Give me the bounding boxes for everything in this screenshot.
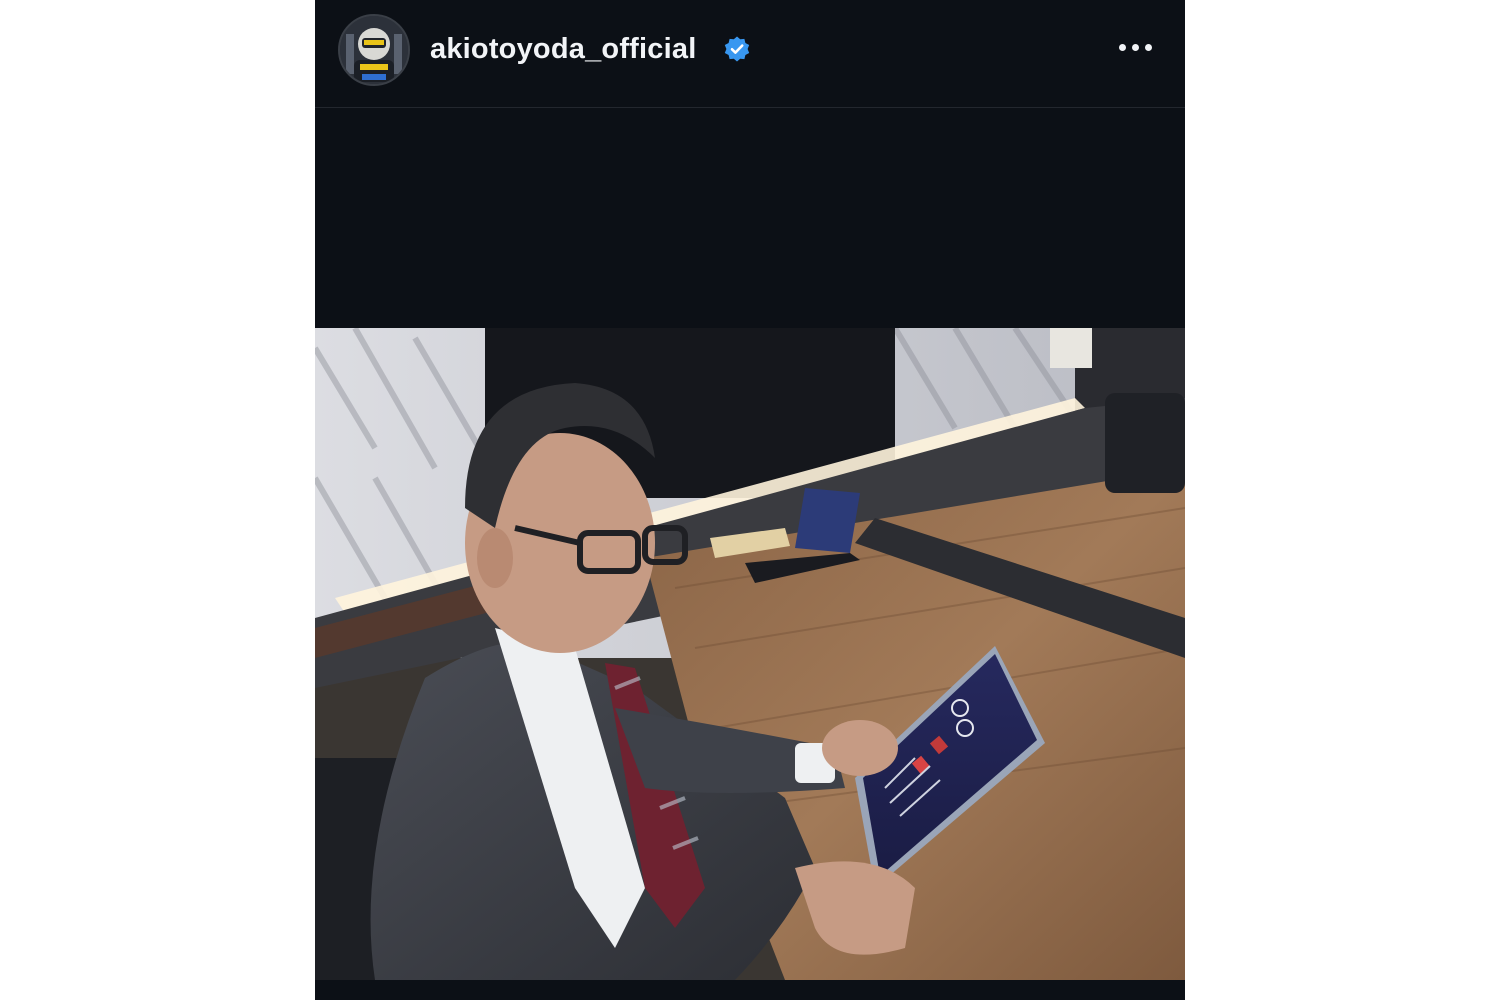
- media-letterbox-bottom: [315, 980, 1185, 1000]
- post-header: akiotoyoda_official: [315, 0, 1185, 108]
- avatar-image: [340, 16, 408, 84]
- more-options-button[interactable]: [1111, 30, 1159, 66]
- profile-avatar[interactable]: [338, 14, 410, 86]
- media-letterbox-top: [315, 108, 1185, 328]
- verified-badge-icon: [723, 35, 751, 63]
- instagram-post: akiotoyoda_official: [315, 0, 1185, 1000]
- post-photo[interactable]: [315, 328, 1185, 980]
- photo-office-tablet: [315, 328, 1185, 980]
- username[interactable]: akiotoyoda_official: [430, 30, 696, 68]
